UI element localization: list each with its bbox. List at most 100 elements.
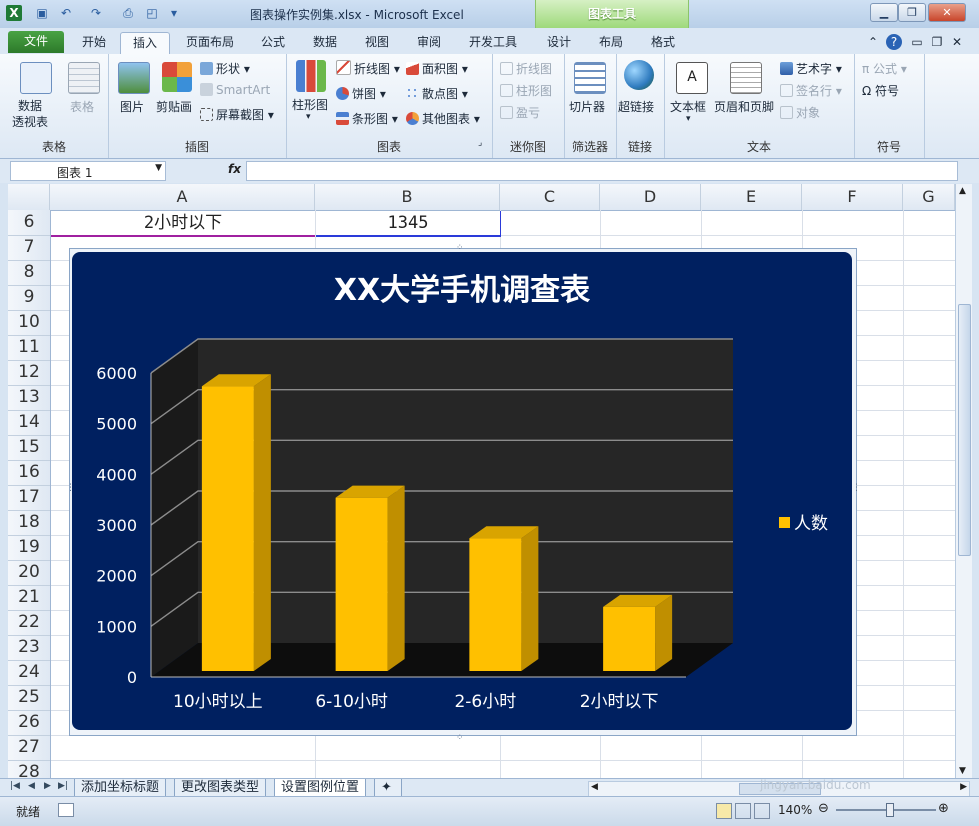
chart-object[interactable]: ⁘ ⁘ ⋮ ⋮ XX大学手机调查表 0 1000 2000 3000 4000 5000 6… [66,243,861,743]
column-header-e[interactable]: E [701,184,802,210]
sheet-next-icon[interactable]: ▶ [44,781,51,791]
cell-a6[interactable]: 2小时以下 [51,211,315,237]
redo-icon[interactable]: ↷ [88,5,104,21]
row-header-17[interactable]: 17 [8,485,50,511]
row-header-9[interactable]: 9 [8,285,50,311]
row-header-27[interactable]: 27 [8,735,50,761]
sheet-tab-1[interactable]: 添加坐标标题 [74,779,167,797]
workbook-minimize-icon[interactable]: ▭ [910,32,924,54]
normal-view-icon[interactable] [716,803,732,819]
minimize-ribbon-icon[interactable]: ⌃ [866,32,880,54]
zoom-out-icon[interactable]: ⊖ [818,801,829,816]
zoom-in-icon[interactable]: ⊕ [938,801,949,816]
print-preview-icon[interactable]: ◰ [144,5,160,21]
row-header-13[interactable]: 13 [8,385,50,411]
select-all-corner[interactable] [8,184,50,210]
scroll-left-icon[interactable]: ◀ [591,782,598,792]
row-header-28[interactable]: 28 [8,760,50,778]
line-chart-button[interactable]: 折线图 ▾ [336,60,400,77]
row-header-24[interactable]: 24 [8,660,50,686]
macro-record-icon[interactable] [58,803,74,817]
row-header-14[interactable]: 14 [8,410,50,436]
column-header-g[interactable]: G [903,184,955,210]
row-header-23[interactable]: 23 [8,635,50,661]
tab-insert[interactable]: 插入 [120,32,170,55]
area-chart-button[interactable]: 面积图 ▾ [406,60,468,77]
undo-icon[interactable]: ↶ [58,5,74,21]
scroll-down-icon[interactable]: ▼ [959,766,966,776]
zoom-slider-thumb[interactable] [886,803,894,817]
other-charts-button[interactable]: 其他图表 ▾ [406,110,480,127]
textbox-button[interactable]: 文本框 [670,98,706,115]
row-header-6[interactable]: 6 [8,210,50,236]
sheet-tab-3[interactable]: 设置图例位置 [274,779,367,797]
row-header-26[interactable]: 26 [8,710,50,736]
clipart-button[interactable]: 剪贴画 [156,98,192,115]
vertical-scroll-thumb[interactable] [958,304,971,556]
row-header-11[interactable]: 11 [8,335,50,361]
tab-formulas[interactable]: 公式 [252,32,294,54]
close-button[interactable]: ✕ [928,3,966,22]
restore-button[interactable]: ❐ [898,3,926,22]
vertical-scrollbar[interactable]: ▲ ▼ [955,184,972,778]
workbook-restore-icon[interactable]: ❐ [930,32,944,54]
slicer-button[interactable]: 切片器 [569,98,605,115]
workbook-close-icon[interactable]: ✕ [950,32,964,54]
sparkline-line-button[interactable]: 折线图 [500,60,552,77]
chart-resize-handle-bottom[interactable]: ⁘ [456,733,463,743]
column-header-c[interactable]: C [500,184,600,210]
smartart-button[interactable]: SmartArt [200,83,270,97]
sheet-last-icon[interactable]: ▶| [58,781,68,791]
name-box-dropdown-icon[interactable]: ▼ [155,163,162,173]
shapes-button[interactable]: 形状 ▾ [200,60,250,77]
column-chart-button[interactable]: 柱形图 [292,96,328,113]
sheet-prev-icon[interactable]: ◀ [28,781,35,791]
signature-line-button[interactable]: 签名行 ▾ [780,82,842,99]
excel-app-icon[interactable]: X [6,5,22,21]
scroll-up-icon[interactable]: ▲ [959,186,966,196]
row-header-8[interactable]: 8 [8,260,50,286]
row-header-21[interactable]: 21 [8,585,50,611]
sparkline-column-button[interactable]: 柱形图 [500,82,552,99]
pivot-table-button[interactable]: 数据 透视表 [12,98,48,130]
object-button[interactable]: 对象 [780,104,820,121]
tab-home[interactable]: 开始 [72,32,116,54]
tab-layout[interactable]: 布局 [590,32,632,54]
table-button[interactable]: 表格 [70,98,94,115]
wordart-button[interactable]: 艺术字 ▾ [780,60,842,77]
sheet-first-icon[interactable]: |◀ [10,781,20,791]
page-break-view-icon[interactable] [754,803,770,819]
tab-format[interactable]: 格式 [642,32,684,54]
sheet-tab-2[interactable]: 更改图表类型 [174,779,267,797]
column-header-d[interactable]: D [600,184,701,210]
page-layout-view-icon[interactable] [735,803,751,819]
row-header-18[interactable]: 18 [8,510,50,536]
row-header-16[interactable]: 16 [8,460,50,486]
row-header-20[interactable]: 20 [8,560,50,586]
save-icon[interactable]: ▣ [34,5,50,21]
scroll-right-icon[interactable]: ▶ [960,782,967,792]
chart-resize-handle-right[interactable]: ⋮ [852,483,861,493]
customize-toolbar-icon[interactable]: ▾ [166,5,182,21]
scatter-chart-button[interactable]: 散点图 ▾ [406,85,468,102]
sparkline-winloss-button[interactable]: 盈亏 [500,104,540,121]
row-header-22[interactable]: 22 [8,610,50,636]
name-box[interactable]: 图表 1 ▼ [10,161,166,181]
row-header-7[interactable]: 7 [8,235,50,261]
help-icon[interactable]: ? [886,34,902,50]
tab-data[interactable]: 数据 [304,32,346,54]
textbox-dropdown-icon[interactable]: ▾ [686,114,691,124]
tab-design[interactable]: 设计 [538,32,580,54]
column-header-b[interactable]: B [315,184,500,210]
bar-chart-button[interactable]: 条形图 ▾ [336,110,398,127]
equation-button[interactable]: π 公式 ▾ [862,60,907,77]
cell-b6[interactable]: 1345 [316,211,501,237]
insert-sheet-icon[interactable]: ✦ [374,779,402,797]
picture-button[interactable]: 图片 [120,98,144,115]
chart-title[interactable]: XX大学手机调查表 [334,273,590,308]
tab-developer[interactable]: 开发工具 [460,32,526,54]
tab-view[interactable]: 视图 [356,32,398,54]
tab-file[interactable]: 文件 [8,31,64,53]
worksheet-grid[interactable]: ABCDEFG 6 7 8 9 10 11 12 13 14 15 16 17 18 19 20 21 22 23… [8,184,955,778]
minimize-button[interactable]: ▁ [870,3,898,22]
